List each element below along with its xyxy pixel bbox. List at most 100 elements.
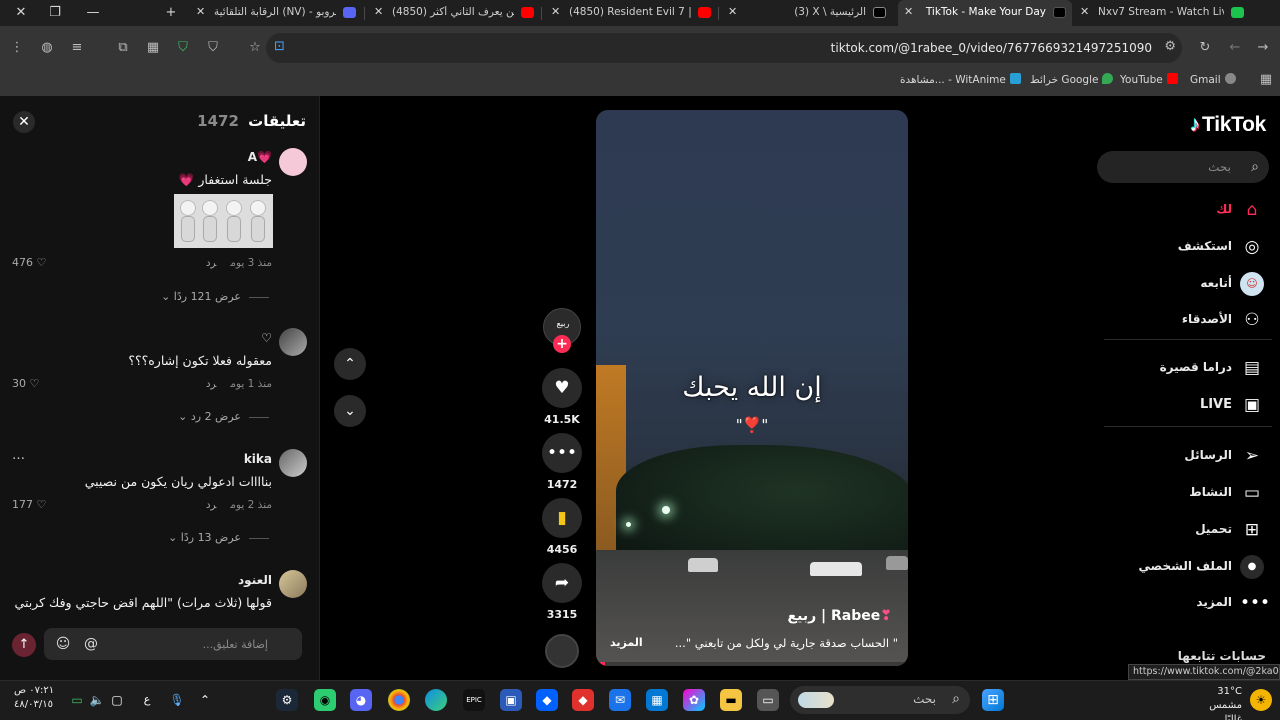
sidebar-item-friends[interactable]: ⚇ الأصدقاء — [1090, 308, 1266, 332]
close-tab-icon[interactable]: ✕ — [374, 5, 383, 18]
comment-like[interactable]: 476 ♡ — [12, 256, 46, 269]
shield-icon[interactable]: ⛉ — [204, 40, 222, 55]
search-icon[interactable]: ⌕ — [1251, 159, 1259, 175]
browser-tab-active[interactable]: TikTok - Make Your Day ✕ — [898, 0, 1072, 26]
save-button[interactable]: ▮ — [542, 498, 582, 538]
reload-icon[interactable]: ↻ — [1196, 40, 1214, 55]
chrome-icon[interactable] — [388, 689, 410, 711]
comment-button[interactable]: ••• — [542, 433, 582, 473]
sidebar-item-more[interactable]: ••• المزيد — [1090, 591, 1270, 615]
search-box[interactable]: ⌕ — [1097, 151, 1269, 183]
address-bar[interactable]: tiktok.com/@1rabee_0/video/7677669321497… — [266, 33, 1182, 63]
comment-like[interactable]: 30 ♡ — [12, 377, 39, 390]
browser-tab[interactable]: Nxv7 Stream - Watch Live ✕ — [1074, 0, 1250, 26]
more-link[interactable]: المزيد — [610, 636, 643, 649]
tiktok-logo[interactable]: ♪TikTok — [1190, 113, 1266, 137]
forward-icon[interactable]: ← — [1226, 40, 1244, 55]
clock[interactable]: ٠٧:٢١ ص ٤٨/٠٣/١٥ — [14, 684, 54, 712]
menu-dots-icon[interactable]: ⋮ — [8, 40, 26, 55]
comment-username[interactable]: ♡ — [261, 331, 272, 345]
previous-video-button[interactable]: ⌃ — [334, 348, 366, 380]
video-author[interactable]: ❣Rabee | ربيع — [788, 608, 896, 624]
avatar[interactable] — [279, 449, 307, 477]
music-disc-icon[interactable] — [545, 634, 579, 668]
browser-tab[interactable]: (4850) مين يعرف الثاني أكثر ✕ — [368, 0, 540, 26]
comment-username[interactable]: العنود — [238, 573, 272, 587]
sidebar-item-following[interactable]: ☺ أتابعه — [1090, 272, 1266, 296]
app-icon[interactable]: ◆ — [572, 689, 594, 711]
site-settings-icon[interactable]: ⚙ — [1164, 39, 1176, 54]
comment-image[interactable] — [174, 194, 273, 248]
browser-tab[interactable]: (4850) Resident Evil 7 | مافة ✕ — [545, 0, 717, 26]
comment-options-icon[interactable]: … — [12, 448, 25, 463]
avatar[interactable] — [279, 328, 307, 356]
follow-plus-icon[interactable]: + — [553, 335, 571, 353]
battery-icon[interactable]: ▭ — [66, 689, 88, 711]
view-replies[interactable]: عرض 121 ردًا ⌄ — [161, 290, 269, 303]
like-button[interactable]: ♥ — [542, 368, 582, 408]
sidebar-item-for-you[interactable]: ⌂ لك — [1090, 198, 1266, 222]
extension-icon[interactable]: ▦ — [144, 40, 162, 55]
next-video-button[interactable]: ⌄ — [334, 395, 366, 427]
avatar[interactable] — [279, 148, 307, 176]
steam-icon[interactable]: ⚙ — [276, 689, 298, 711]
emoji-icon[interactable]: ☺ — [54, 635, 72, 653]
discord-icon[interactable]: ◕ — [350, 689, 372, 711]
gamepad-app-icon[interactable]: ◉ — [314, 689, 336, 711]
minimize-window-icon[interactable]: — — [76, 0, 110, 26]
language-indicator[interactable]: ع — [136, 689, 158, 711]
mail-app-icon[interactable]: ✉ — [609, 689, 631, 711]
reply-button[interactable]: رد — [206, 499, 216, 511]
comment-username[interactable]: kika — [244, 452, 272, 466]
extension-icon[interactable]: ◍ — [38, 40, 56, 55]
comment-input[interactable] — [118, 628, 268, 660]
epic-games-icon[interactable]: EPIC — [463, 689, 485, 711]
close-tab-icon[interactable]: ✕ — [196, 5, 205, 18]
screenshot-icon[interactable]: ⊡ — [274, 39, 285, 54]
show-hidden-icons-icon[interactable]: ⌃ — [194, 689, 216, 711]
browser-tab[interactable]: (3) X \ الرئيسية ✕ — [722, 0, 892, 26]
taskbar-search[interactable]: ⌕ بحث — [790, 686, 970, 714]
network-icon[interactable]: ▢ — [106, 689, 128, 711]
comment-like[interactable]: 177 ♡ — [12, 498, 46, 511]
url-text[interactable]: tiktok.com/@1rabee_0/video/7677669321497… — [831, 41, 1152, 55]
weather-widget[interactable]: 31°C مشمس غالبًا — [1198, 685, 1242, 720]
view-replies[interactable]: عرض 13 ردًا ⌄ — [168, 531, 269, 544]
app-icon[interactable]: ▣ — [500, 689, 522, 711]
bookmark-star-icon[interactable]: ☆ — [246, 40, 264, 55]
reply-button[interactable]: رد — [206, 378, 216, 390]
close-tab-icon[interactable]: ✕ — [551, 5, 560, 18]
search-input[interactable] — [1121, 151, 1231, 183]
close-comments-icon[interactable]: ✕ — [13, 111, 35, 133]
comment-input-box[interactable]: ☺ @ — [44, 628, 302, 660]
sun-weather-icon[interactable]: ☀ — [1250, 689, 1272, 711]
sidebar-item-live[interactable]: ▣ LIVE — [1090, 393, 1266, 417]
video-progress-bar[interactable] — [596, 662, 908, 666]
close-tab-icon[interactable]: ✕ — [904, 5, 913, 18]
shield-icon[interactable]: ⛉ — [174, 40, 192, 55]
sidebar-item-short-drama[interactable]: ▤ دراما قصيرة — [1090, 356, 1266, 380]
bookmark-gmail[interactable]: Gmail — [1190, 73, 1236, 86]
apps-grid-icon[interactable]: ▦ — [1258, 72, 1274, 87]
store-icon[interactable]: ▦ — [646, 689, 668, 711]
sidebar-item-explore[interactable]: ◎ استكشف — [1090, 235, 1266, 259]
share-button[interactable]: ➦ — [542, 563, 582, 603]
back-icon[interactable]: → — [1254, 40, 1272, 55]
bookmark-youtube[interactable]: YouTube — [1120, 73, 1178, 86]
extensions-puzzle-icon[interactable]: ⧉ — [114, 40, 132, 55]
heart-outline-icon[interactable]: ♡ — [30, 377, 40, 390]
send-comment-button[interactable]: ↑ — [12, 633, 36, 657]
copilot-icon[interactable]: ✿ — [683, 689, 705, 711]
heart-outline-icon[interactable]: ♡ — [37, 498, 47, 511]
mention-icon[interactable]: @ — [82, 635, 100, 653]
browser-tab[interactable]: الرقابة التلقائية (NV) - بروبو ✕ — [190, 0, 362, 26]
video-player[interactable]: إن الله يحبك "❣️" ❣Rabee | ربيع " الحساب… — [596, 110, 908, 666]
sidebar-item-activity[interactable]: ▭ النشاط — [1090, 481, 1266, 505]
heart-outline-icon[interactable]: ♡ — [37, 256, 47, 269]
new-tab-icon[interactable]: + — [154, 0, 188, 26]
close-tab-icon[interactable]: ✕ — [728, 5, 737, 18]
windows-start-icon[interactable]: ⊞ — [982, 689, 1004, 711]
restore-window-icon[interactable]: ❐ — [38, 0, 72, 26]
bookmark-google-maps[interactable]: خرائط Google — [1030, 73, 1114, 86]
task-view-icon[interactable]: ▭ — [757, 689, 779, 711]
